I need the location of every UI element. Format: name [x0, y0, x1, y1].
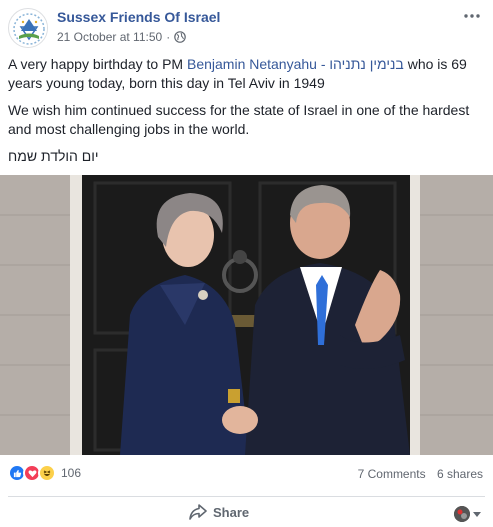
more-options-button[interactable] [461, 6, 483, 26]
post-timestamp[interactable]: 21 October at 11:50 [57, 30, 162, 44]
meta-separator: · [166, 30, 171, 44]
reactions-summary[interactable]: 106 [8, 464, 81, 482]
post-stats: 106 7 Comments 6 shares [0, 460, 493, 488]
share-arrow-icon [189, 504, 207, 520]
mention-link[interactable]: Benjamin Netanyahu - בנימין נתניהו [187, 56, 404, 72]
page-avatar[interactable] [8, 8, 48, 48]
reaction-count: 106 [61, 466, 82, 480]
post-paragraph-2: We wish him continued success for the st… [8, 102, 470, 137]
page-logo-icon [10, 10, 47, 47]
post-text: A very happy birthday to PM Benjamin Net… [8, 55, 486, 174]
globe-icon[interactable] [174, 31, 186, 43]
post-actions: Share [0, 498, 493, 527]
post-meta: 21 October at 11:50 · [57, 30, 186, 44]
share-button[interactable]: Share [189, 504, 249, 520]
profile-switcher[interactable] [454, 506, 481, 522]
more-dots-icon [464, 14, 480, 18]
post-paragraph-3: יום הולדת שמח [8, 148, 99, 164]
photo-two-leaders-handshake [0, 175, 493, 455]
shares-count-link[interactable]: 6 shares [437, 467, 483, 481]
divider [8, 496, 485, 497]
paragraph-text: A very happy birthday to PM [8, 56, 187, 72]
post-paragraph-1: A very happy birthday to PM Benjamin Net… [8, 55, 486, 93]
comments-count-link[interactable]: 7 Comments [358, 467, 426, 481]
haha-icon [38, 464, 56, 482]
chevron-down-icon [473, 511, 481, 517]
share-label: Share [213, 504, 250, 520]
post-photo[interactable] [0, 175, 493, 455]
page-name-link[interactable]: Sussex Friends Of Israel [57, 9, 220, 25]
user-avatar [454, 506, 470, 522]
post-header: Sussex Friends Of Israel 21 October at 1… [0, 0, 493, 52]
engagement-counts: 7 Comments 6 shares [350, 467, 483, 481]
